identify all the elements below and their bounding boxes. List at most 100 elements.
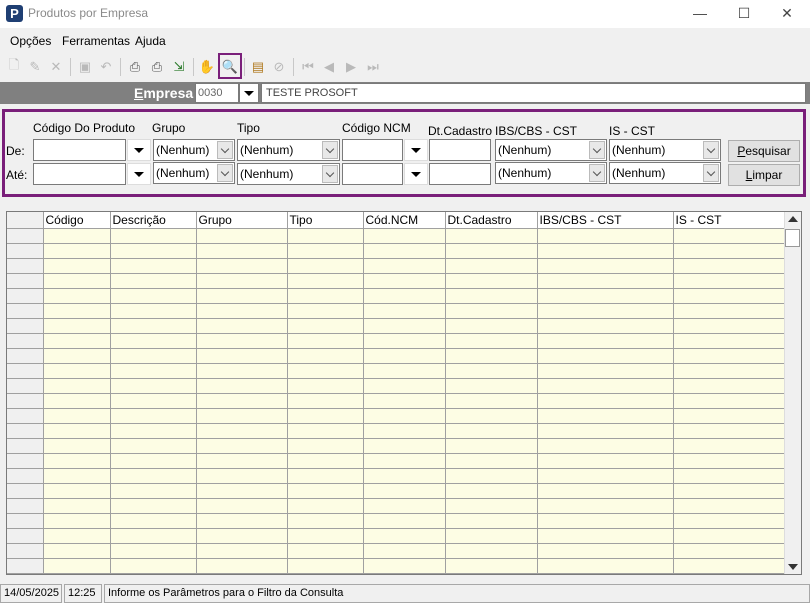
col-is-cst[interactable]: IS - CST	[673, 212, 786, 229]
table-cell[interactable]	[537, 333, 674, 349]
table-cell[interactable]	[445, 513, 538, 529]
table-cell[interactable]	[110, 558, 197, 574]
row-header-cell[interactable]	[7, 438, 44, 454]
table-cell[interactable]	[287, 528, 364, 544]
table-cell[interactable]	[43, 333, 111, 349]
table-cell[interactable]	[445, 288, 538, 304]
grupo-ate-select[interactable]: (Nenhum)	[153, 162, 235, 184]
table-cell[interactable]	[445, 528, 538, 544]
table-cell[interactable]	[445, 393, 538, 409]
table-row[interactable]	[7, 438, 786, 454]
row-header-cell[interactable]	[7, 543, 44, 559]
table-cell[interactable]	[673, 243, 786, 259]
table-row[interactable]	[7, 348, 786, 364]
table-cell[interactable]	[537, 513, 674, 529]
table-cell[interactable]	[673, 498, 786, 514]
table-cell[interactable]	[196, 348, 288, 364]
table-cell[interactable]	[43, 258, 111, 274]
table-row[interactable]	[7, 513, 786, 529]
table-cell[interactable]	[287, 333, 364, 349]
ncm-ate-dropdown[interactable]	[404, 163, 428, 185]
table-cell[interactable]	[445, 303, 538, 319]
codigo-de-input[interactable]	[33, 139, 126, 161]
table-cell[interactable]	[196, 288, 288, 304]
table-cell[interactable]	[287, 288, 364, 304]
table-cell[interactable]	[196, 363, 288, 379]
table-cell[interactable]	[196, 558, 288, 574]
table-cell[interactable]	[445, 543, 538, 559]
table-cell[interactable]	[43, 528, 111, 544]
row-header-cell[interactable]	[7, 483, 44, 499]
table-cell[interactable]	[363, 438, 446, 454]
table-cell[interactable]	[43, 468, 111, 484]
table-cell[interactable]	[287, 408, 364, 424]
table-cell[interactable]	[537, 303, 674, 319]
table-cell[interactable]	[537, 378, 674, 394]
table-cell[interactable]	[110, 228, 197, 244]
table-cell[interactable]	[363, 333, 446, 349]
table-row[interactable]	[7, 333, 786, 349]
ibs-ate-select[interactable]: (Nenhum)	[495, 162, 607, 184]
row-header-cell[interactable]	[7, 303, 44, 319]
scroll-down-icon[interactable]	[788, 564, 798, 570]
table-cell[interactable]	[110, 423, 197, 439]
table-cell[interactable]	[110, 513, 197, 529]
table-cell[interactable]	[363, 483, 446, 499]
table-cell[interactable]	[287, 513, 364, 529]
table-cell[interactable]	[537, 348, 674, 364]
table-cell[interactable]	[110, 543, 197, 559]
ibs-de-select[interactable]: (Nenhum)	[495, 139, 607, 161]
table-cell[interactable]	[537, 498, 674, 514]
row-header-cell[interactable]	[7, 558, 44, 574]
table-cell[interactable]	[673, 363, 786, 379]
row-header-cell[interactable]	[7, 318, 44, 334]
table-cell[interactable]	[363, 348, 446, 364]
col-cod-ncm[interactable]: Cód.NCM	[363, 212, 446, 229]
table-cell[interactable]	[196, 243, 288, 259]
table-cell[interactable]	[445, 483, 538, 499]
print-icon[interactable]: ⎙	[125, 57, 145, 77]
table-cell[interactable]	[196, 468, 288, 484]
table-row[interactable]	[7, 498, 786, 514]
table-row[interactable]	[7, 243, 786, 259]
table-cell[interactable]	[110, 528, 197, 544]
col-codigo[interactable]: Código	[43, 212, 111, 229]
table-cell[interactable]	[673, 483, 786, 499]
row-header-cell[interactable]	[7, 258, 44, 274]
table-cell[interactable]	[110, 333, 197, 349]
edit-icon[interactable]: ✎	[25, 57, 45, 77]
table-cell[interactable]	[196, 513, 288, 529]
last-icon[interactable]: ⏭	[363, 57, 383, 77]
table-cell[interactable]	[445, 408, 538, 424]
undo-icon[interactable]: ↶	[96, 57, 116, 77]
table-cell[interactable]	[445, 258, 538, 274]
empresa-dropdown-button[interactable]	[239, 83, 259, 103]
table-cell[interactable]	[537, 288, 674, 304]
table-cell[interactable]	[445, 498, 538, 514]
table-cell[interactable]	[196, 393, 288, 409]
table-cell[interactable]	[43, 303, 111, 319]
table-cell[interactable]	[287, 468, 364, 484]
scrollbar-thumb[interactable]	[785, 229, 800, 247]
table-cell[interactable]	[445, 318, 538, 334]
table-cell[interactable]	[110, 273, 197, 289]
table-row[interactable]	[7, 363, 786, 379]
limpar-button[interactable]: Limpar	[728, 164, 800, 186]
table-cell[interactable]	[43, 423, 111, 439]
table-cell[interactable]	[110, 243, 197, 259]
row-header-cell[interactable]	[7, 273, 44, 289]
table-cell[interactable]	[673, 288, 786, 304]
table-cell[interactable]	[673, 408, 786, 424]
row-header-cell[interactable]	[7, 393, 44, 409]
table-cell[interactable]	[673, 228, 786, 244]
is-de-select[interactable]: (Nenhum)	[609, 139, 721, 161]
table-cell[interactable]	[673, 513, 786, 529]
row-header-cell[interactable]	[7, 423, 44, 439]
row-header-cell[interactable]	[7, 348, 44, 364]
table-cell[interactable]	[196, 258, 288, 274]
table-cell[interactable]	[287, 558, 364, 574]
table-cell[interactable]	[673, 453, 786, 469]
table-cell[interactable]	[110, 363, 197, 379]
table-cell[interactable]	[196, 423, 288, 439]
pesquisar-button[interactable]: Pesquisar	[728, 140, 800, 162]
